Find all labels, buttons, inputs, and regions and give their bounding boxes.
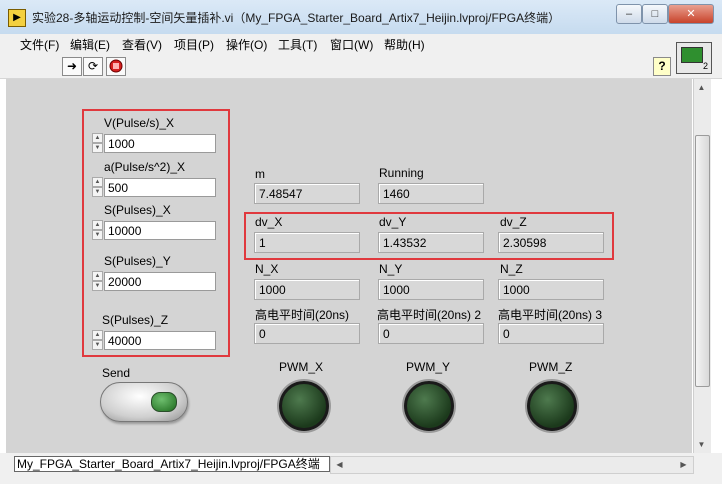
dv-x-label: dv_X [255,215,283,229]
send-label: Send [102,366,131,380]
n-y-label: N_Y [379,262,403,276]
pwm-y-led [404,381,454,431]
pwm-x-led [279,381,329,431]
run-arrow-icon[interactable]: ➜ [62,57,82,76]
scroll-right-icon[interactable]: ▶ [675,457,692,472]
pwm-z-led [527,381,577,431]
ax-spinner[interactable]: ▲ ▼ [92,177,103,197]
menu-help[interactable]: 帮助(H) [384,36,425,53]
high-time-3-indicator: 0 [498,323,604,344]
pwm-x-label: PWM_X [279,360,324,374]
close-button[interactable]: ✕ [668,4,714,24]
menu-file[interactable]: 文件(F) [20,36,59,53]
sz-label: S(Pulses)_Z [102,313,169,327]
menu-operate[interactable]: 操作(O) [226,36,267,53]
scroll-up-icon[interactable]: ▲ [693,80,710,95]
pwm-y-label: PWM_Y [406,360,451,374]
dv-y-indicator: 1.43532 [378,232,484,253]
sy-spinner[interactable]: ▲ ▼ [92,271,103,291]
sz-spinner[interactable]: ▲ ▼ [92,330,103,350]
context-help-button[interactable]: ? [653,57,671,76]
maximize-button[interactable]: □ [642,4,668,24]
menu-view[interactable]: 查看(V) [122,36,162,53]
high-time-1-label: 高电平时间(20ns) [255,308,350,322]
high-time-1-indicator: 0 [254,323,360,344]
project-path: My_FPGA_Starter_Board_Artix7_Heijin.lvpr… [14,456,330,472]
menu-tools[interactable]: 工具(T) [278,36,317,53]
connector-number: 2 [702,61,708,71]
dv-y-label: dv_Y [379,215,407,229]
send-button[interactable] [100,382,188,422]
sz-input[interactable]: 40000 [104,331,216,350]
abort-stop-icon[interactable] [106,57,126,76]
high-time-2-indicator: 0 [378,323,484,344]
scroll-down-icon[interactable]: ▼ [693,437,710,452]
high-time-2-label: 高电平时间(20ns) 2 [377,308,482,322]
send-led-icon [151,392,177,412]
n-x-indicator: 1000 [254,279,360,300]
dv-z-indicator: 2.30598 [498,232,604,253]
run-continuous-icon[interactable]: ⟳ [83,57,103,76]
horizontal-scrollbar[interactable] [330,456,694,474]
menu-window[interactable]: 窗口(W) [330,36,373,53]
sy-label: S(Pulses)_Y [104,254,171,268]
sx-label: S(Pulses)_X [104,203,171,217]
sx-spinner[interactable]: ▲ ▼ [92,220,103,240]
running-indicator: 1460 [378,183,484,204]
n-x-label: N_X [255,262,279,276]
menu-edit[interactable]: 编辑(E) [70,36,110,53]
window-title: 实验28-多轴运动控制-空间矢量插补.vi（My_FPGA_Starter_Bo… [32,11,561,25]
running-label: Running [379,166,424,180]
minimize-button[interactable]: – [616,4,642,24]
ax-input[interactable]: 500 [104,178,216,197]
vx-spinner[interactable]: ▲ ▼ [92,133,103,153]
m-label: m [255,167,265,181]
m-indicator: 7.48547 [254,183,360,204]
vx-input[interactable]: 1000 [104,134,216,153]
sx-input[interactable]: 10000 [104,221,216,240]
n-z-indicator: 1000 [498,279,604,300]
labview-vi-icon: ▶ [8,9,26,27]
n-y-indicator: 1000 [378,279,484,300]
sy-input[interactable]: 20000 [104,272,216,291]
vx-label: V(Pulse/s)_X [104,116,175,130]
n-z-label: N_Z [500,262,523,276]
menu-project[interactable]: 项目(P) [174,36,214,53]
scroll-left-icon[interactable]: ◀ [331,457,348,472]
dv-x-indicator: 1 [254,232,360,253]
pwm-z-label: PWM_Z [529,360,573,374]
ax-label: a(Pulse/s^2)_X [104,160,185,174]
high-time-3-label: 高电平时间(20ns) 3 [498,308,603,322]
vertical-scroll-thumb[interactable] [695,135,710,387]
connector-pane-icon[interactable]: 2 [676,42,712,74]
dv-z-label: dv_Z [500,215,527,229]
